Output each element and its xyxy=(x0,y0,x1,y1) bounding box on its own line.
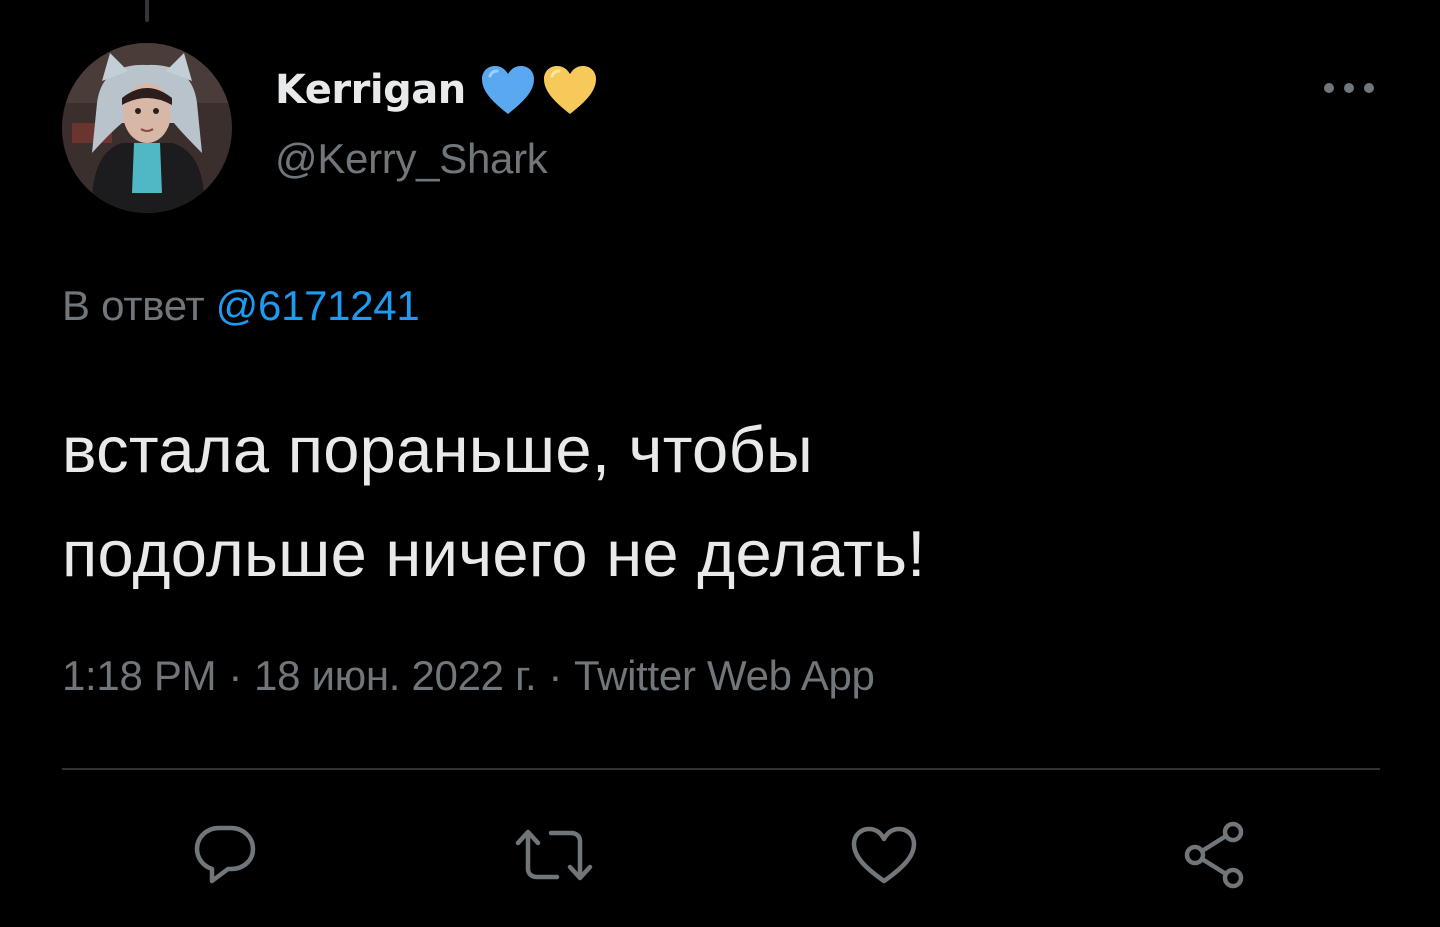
thread-connector-line xyxy=(145,0,149,22)
reply-button[interactable] xyxy=(185,815,265,895)
tweet-text: встала пораньше, чтобы подольше ничего н… xyxy=(62,398,1362,606)
like-button[interactable] xyxy=(844,815,924,895)
tweet-meta: 1:18 PM · 18 июн. 2022 г. · Twitter Web App xyxy=(62,652,875,700)
yellow-heart-icon xyxy=(542,64,598,116)
reply-context: В ответ @6171241 xyxy=(62,282,420,330)
avatar-image xyxy=(62,43,232,213)
meta-separator: · xyxy=(228,652,243,699)
author-name-row[interactable]: Kerrigan xyxy=(275,62,598,118)
avatar[interactable] xyxy=(62,43,232,213)
share-button[interactable] xyxy=(1176,815,1256,895)
more-options-button[interactable] xyxy=(1318,70,1380,106)
tweet-text-line: встала пораньше, чтобы xyxy=(62,413,814,486)
tweet-date[interactable]: 18 июн. 2022 г. xyxy=(254,652,537,699)
reply-mention-link[interactable]: @6171241 xyxy=(216,282,420,329)
tweet-source[interactable]: Twitter Web App xyxy=(574,652,875,699)
author-display-name[interactable]: Kerrigan xyxy=(275,67,466,113)
blue-heart-icon xyxy=(480,64,536,116)
reply-prefix: В ответ xyxy=(62,282,205,329)
more-dots-icon xyxy=(1324,83,1374,93)
tweet-text-line: подольше ничего не делать! xyxy=(62,517,926,590)
author-handle[interactable]: @Kerry_Shark xyxy=(275,135,548,183)
divider xyxy=(62,768,1380,770)
retweet-button[interactable] xyxy=(514,815,594,895)
retweet-icon xyxy=(515,829,593,881)
reply-icon xyxy=(194,825,256,884)
action-bar xyxy=(0,815,1440,895)
author-badges xyxy=(480,64,598,116)
tweet-time[interactable]: 1:18 PM xyxy=(62,652,217,699)
share-icon xyxy=(1184,821,1244,889)
heart-icon xyxy=(851,826,917,884)
meta-separator: · xyxy=(548,652,563,699)
